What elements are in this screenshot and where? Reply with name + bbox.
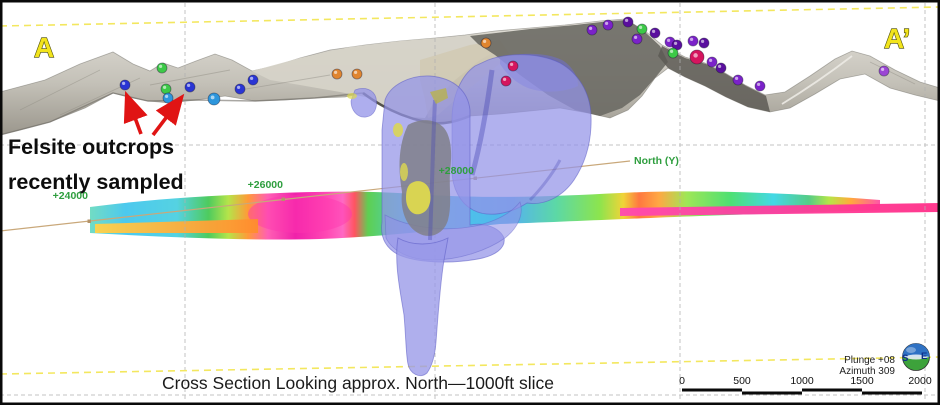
collar-point[interactable] (699, 38, 709, 48)
axis-tick-marker (88, 220, 92, 224)
section-label-a-prime: A’ (884, 23, 910, 54)
collar-point-highlight (690, 38, 693, 41)
collar-point[interactable] (755, 81, 765, 91)
collar-point[interactable] (668, 48, 678, 58)
collar-point-highlight (718, 65, 721, 68)
collar-point[interactable] (157, 63, 167, 73)
collar-point-highlight (670, 50, 673, 53)
scale-label-500: 500 (733, 375, 751, 387)
collar-point[interactable] (587, 25, 597, 35)
collar-point[interactable] (481, 38, 491, 48)
intrusion-inner-gray-body (400, 120, 452, 236)
collar-point[interactable] (707, 57, 717, 67)
intrusion-wisp-left (351, 88, 377, 117)
collar-point-highlight (237, 86, 240, 89)
collar-point[interactable] (603, 20, 613, 30)
collar-point-highlight (122, 82, 125, 85)
collar-point[interactable] (637, 24, 647, 34)
scale-segment (742, 392, 802, 395)
scale-label-0: 0 (679, 375, 685, 387)
collar-point-highlight (211, 95, 215, 99)
collar-point[interactable] (733, 75, 743, 85)
collar-point-highlight (589, 27, 592, 30)
globe-letter-east: E (921, 351, 927, 362)
section-caption: Cross Section Looking approx. North—1000… (162, 373, 554, 393)
axis-tick-label-24000: +24000 (53, 190, 88, 202)
collar-point-highlight (187, 84, 190, 87)
slice-anomaly-pink (248, 195, 352, 233)
collar-point-highlight (652, 30, 655, 33)
collar-point[interactable] (120, 80, 130, 90)
axis-name-label: North (Y) (634, 155, 679, 167)
collar-point[interactable] (650, 28, 660, 38)
collar-point-highlight (605, 22, 608, 25)
collar-point-highlight (701, 40, 704, 43)
collar-point[interactable] (235, 84, 245, 94)
collar-point-highlight (334, 71, 337, 74)
collar-point-highlight (735, 77, 738, 80)
collar-point-highlight (625, 19, 628, 22)
annotation-line2: recently sampled (8, 170, 184, 194)
collar-point-highlight (674, 42, 677, 45)
collar-point[interactable] (248, 75, 258, 85)
globe-letter-south: S (902, 353, 908, 364)
cross-section-viewport[interactable]: A A’ Felsite outcrops recently sampled +… (0, 0, 940, 405)
scale-segment (682, 389, 742, 392)
scale-segment (862, 392, 922, 395)
scene-3d-view[interactable]: A A’ Felsite outcrops recently sampled +… (0, 0, 940, 405)
section-label-a: A (34, 32, 54, 63)
collar-point-highlight (165, 95, 168, 98)
view-plunge-label: Plunge +08 (844, 355, 895, 366)
collar-point-highlight (757, 83, 760, 86)
axis-tick-label-28000: +28000 (439, 165, 474, 177)
collar-point-highlight (693, 53, 697, 57)
scale-segment (802, 389, 862, 392)
collar-point[interactable] (501, 76, 511, 86)
collar-point-highlight (250, 77, 253, 80)
collar-point-highlight (709, 59, 712, 62)
collar-point-highlight (159, 65, 162, 68)
collar-point[interactable] (352, 69, 362, 79)
collar-point-highlight (503, 78, 506, 81)
collar-point[interactable] (688, 36, 698, 46)
orientation-globe[interactable]: S E (902, 344, 930, 371)
collar-point-highlight (639, 26, 642, 29)
collar-point[interactable] (623, 17, 633, 27)
collar-point[interactable] (161, 84, 171, 94)
collar-point-highlight (667, 39, 670, 42)
collar-point-highlight (354, 71, 357, 74)
collar-point-highlight (510, 63, 513, 66)
collar-point[interactable] (208, 93, 220, 105)
collar-point[interactable] (632, 34, 642, 44)
scale-label-2000: 2000 (908, 375, 932, 387)
collar-point[interactable] (163, 93, 173, 103)
collar-point[interactable] (185, 82, 195, 92)
collar-point-highlight (483, 40, 486, 43)
collar-point-highlight (634, 36, 637, 39)
collar-point[interactable] (716, 63, 726, 73)
scale-label-1500: 1500 (850, 375, 874, 387)
axis-tick-marker (282, 198, 286, 202)
axis-tick-label-26000: +26000 (248, 179, 283, 191)
collar-point[interactable] (332, 69, 342, 79)
scale-label-1000: 1000 (790, 375, 814, 387)
annotation-line1: Felsite outcrops (8, 135, 174, 159)
collar-point[interactable] (508, 61, 518, 71)
collar-point-highlight (881, 68, 884, 71)
collar-point-highlight (163, 86, 166, 89)
collar-point[interactable] (879, 66, 889, 76)
